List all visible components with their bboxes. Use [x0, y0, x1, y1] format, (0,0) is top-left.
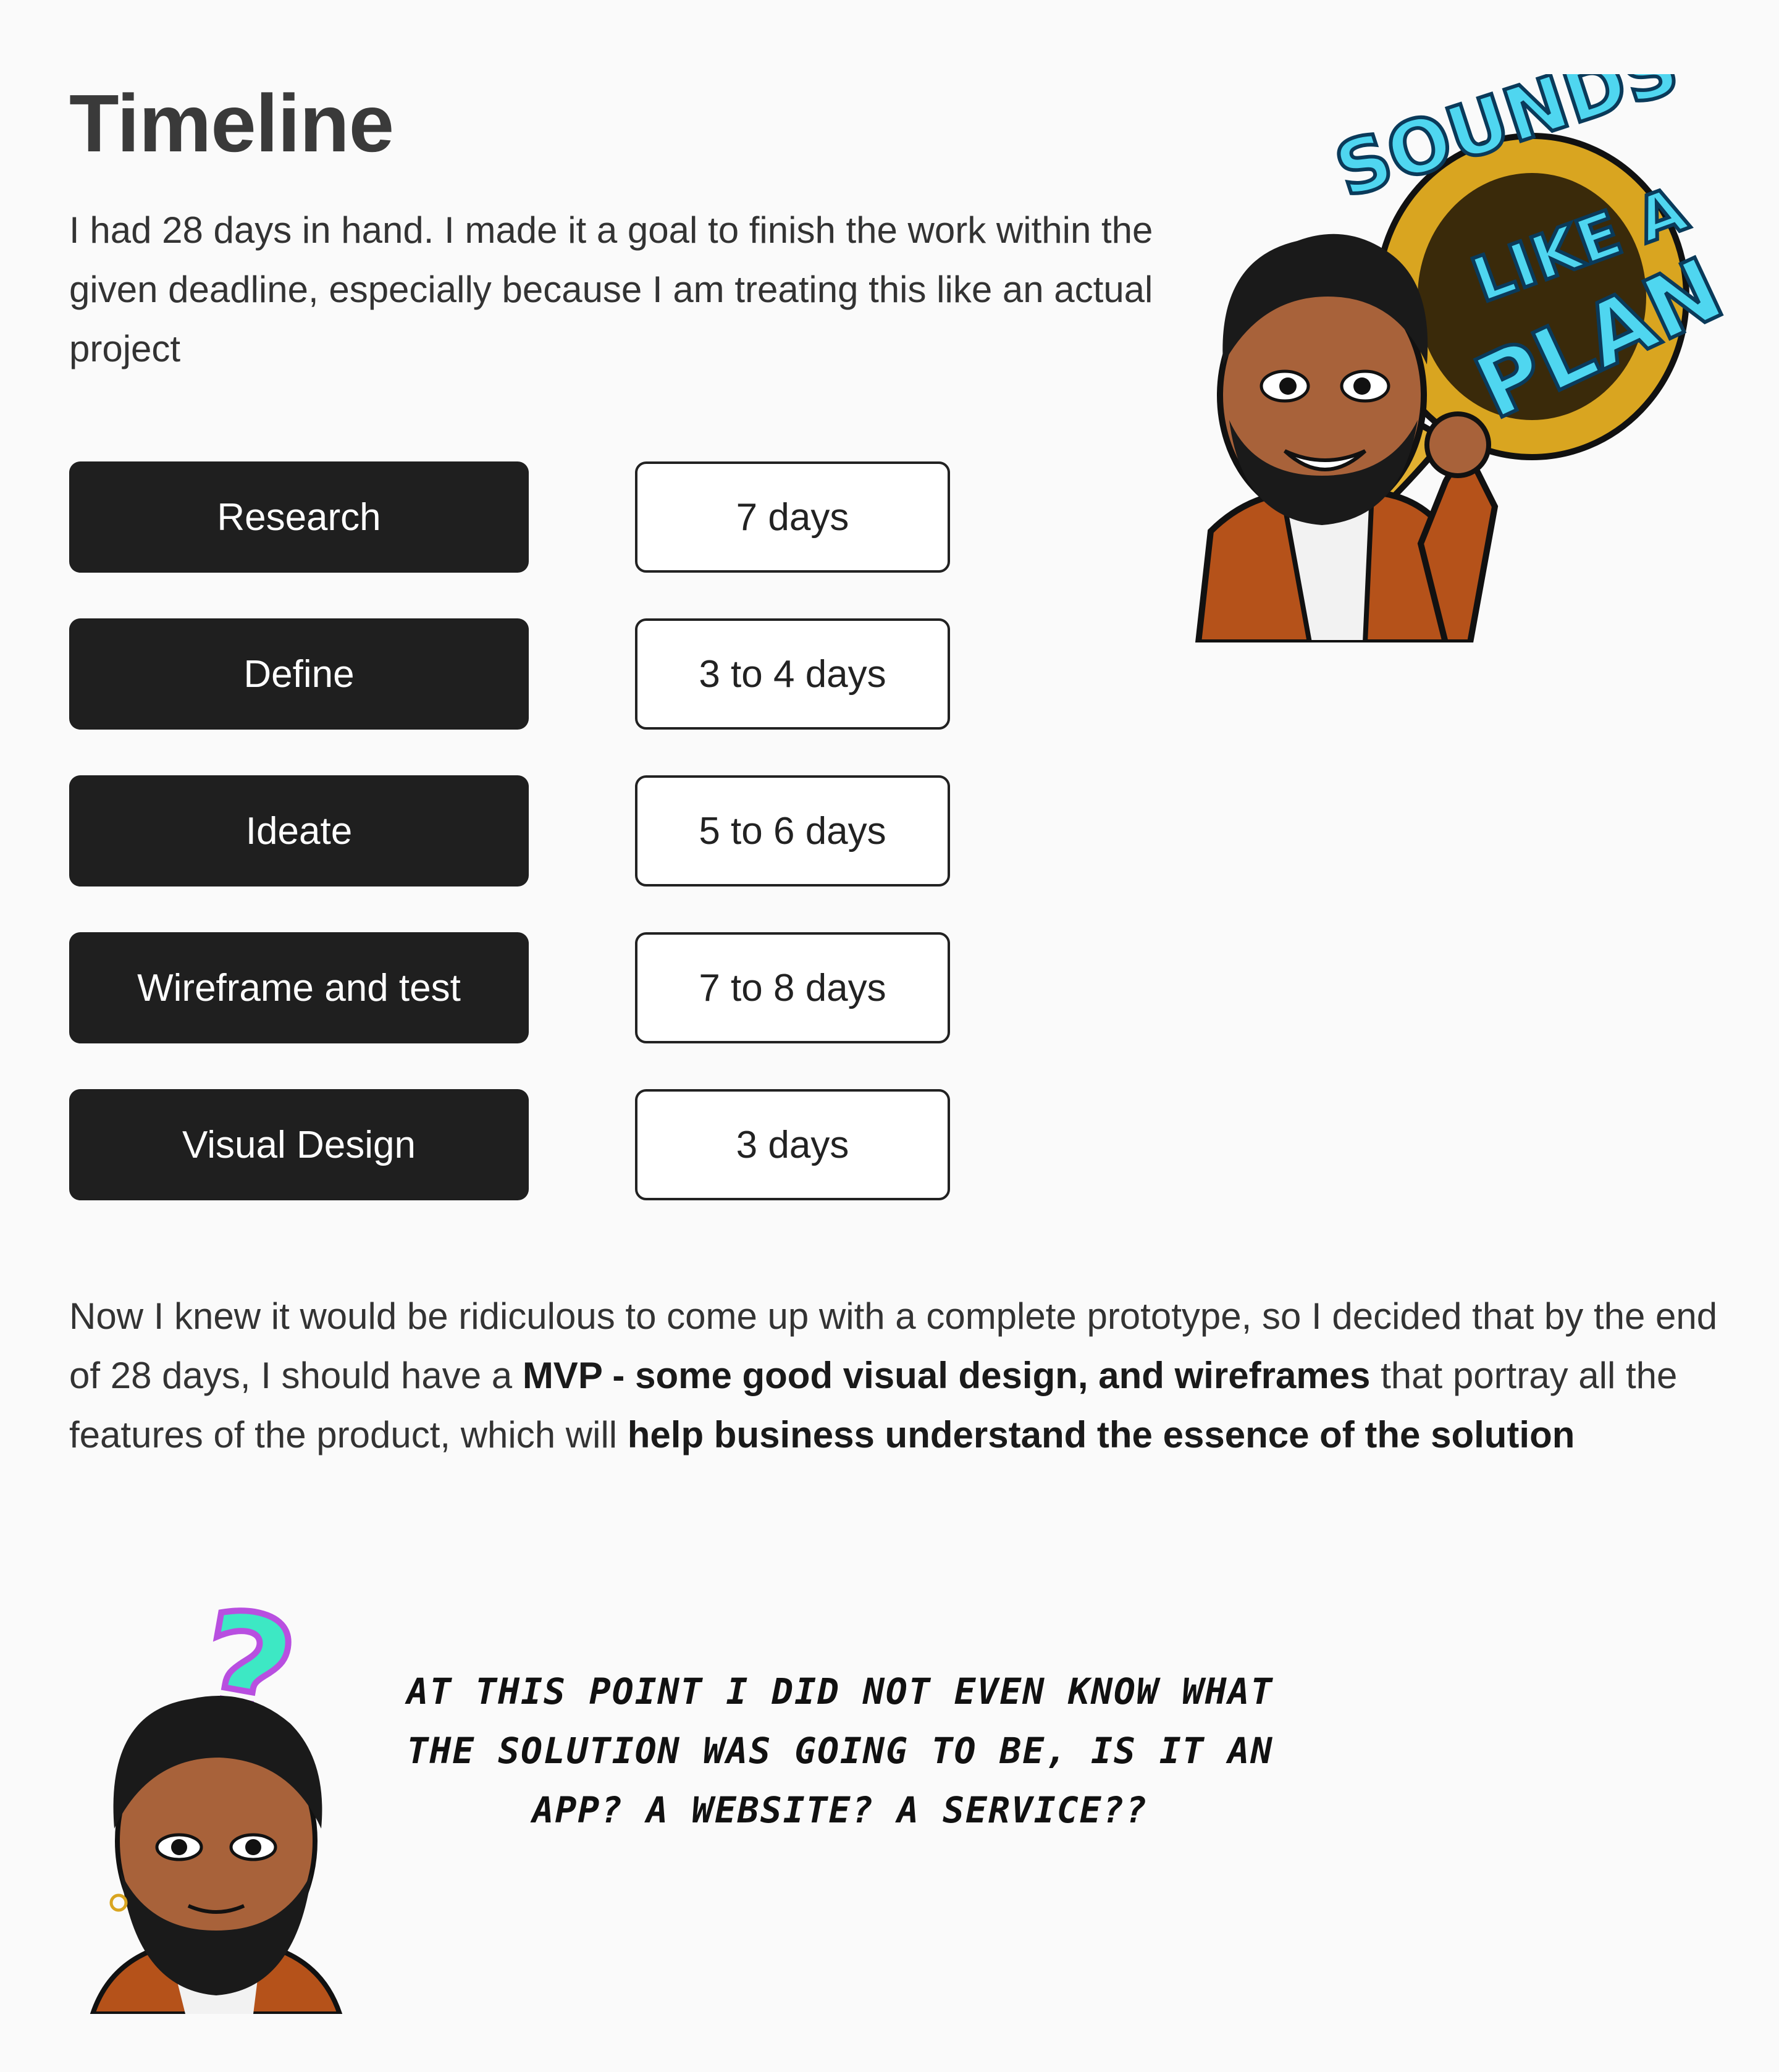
phase-wireframe: Wireframe and test [69, 932, 529, 1043]
duration-visual-design: 3 days [635, 1089, 950, 1200]
comic-caption: At this point I did not even know what t… [406, 1670, 1274, 1831]
phase-research: Research [69, 461, 529, 573]
intro-text: I had 28 days in hand. I made it a goal … [69, 209, 1153, 369]
duration-research: 7 days [635, 461, 950, 573]
phase-define: Define [69, 618, 529, 730]
phase-ideate: Ideate [69, 775, 529, 886]
duration-define: 3 to 4 days [635, 618, 950, 730]
page-title: Timeline [69, 78, 394, 169]
mvp-paragraph: Now I knew it would be ridiculous to com… [69, 1287, 1737, 1465]
para2-bold-1: MVP - some good visual design, and wiref… [522, 1355, 1371, 1396]
phase-visual-design: Visual Design [69, 1089, 529, 1200]
thinking-avatar-sticker: ? [90, 1594, 343, 2014]
para2-bold-2: help business understand the essence of … [627, 1414, 1575, 1455]
sounds-like-a-plan-sticker: SOUNDS LIKE A PLAN [1195, 74, 1730, 642]
duration-ideate: 5 to 6 days [635, 775, 950, 886]
duration-wireframe: 7 to 8 days [635, 932, 950, 1043]
